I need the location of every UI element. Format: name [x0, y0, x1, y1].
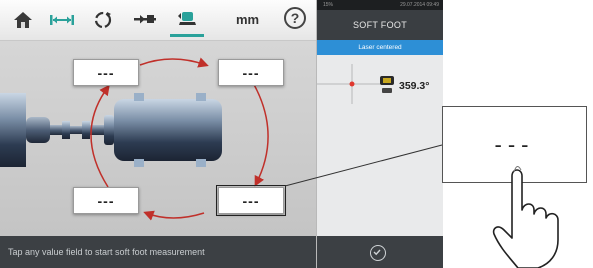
unit-button[interactable]: mm: [236, 12, 259, 27]
home-icon: [14, 12, 32, 28]
battery-level: 15%: [323, 2, 334, 8]
side-footer: [317, 236, 443, 268]
dimensions-icon: [50, 15, 74, 25]
soft-foot-field-bottom-right[interactable]: ---: [216, 185, 286, 216]
laser-target: [317, 64, 394, 104]
laser-dot: [349, 81, 355, 87]
confirm-button[interactable]: [370, 245, 386, 261]
alignment-icon: [134, 15, 156, 24]
machine-view: --- --- --- ---: [0, 41, 316, 236]
soft-foot-field-top-left[interactable]: ---: [73, 59, 139, 86]
dimensions-button[interactable]: [45, 3, 79, 37]
measure-button[interactable]: [86, 3, 120, 37]
side-panel: 15% 29.07.2014 09:49 SOFT FOOT Laser cen…: [316, 0, 443, 268]
status-bar: Tap any value field to start soft foot m…: [0, 236, 316, 268]
date-time: 29.07.2014 09:49: [400, 2, 439, 8]
sensor-icon: [380, 76, 394, 93]
soft-foot-field-top-right[interactable]: ---: [218, 59, 284, 86]
home-button[interactable]: [6, 3, 40, 37]
help-button[interactable]: ?: [284, 7, 306, 29]
device-status-bar: 15% 29.07.2014 09:49: [317, 0, 443, 10]
check-icon: [373, 249, 381, 255]
toolbar: mm ?: [0, 0, 316, 41]
soft-foot-field-bottom-left[interactable]: ---: [73, 187, 139, 214]
alignment-button[interactable]: [128, 3, 162, 37]
rotation-angle: 359.3°: [399, 80, 430, 92]
app-screen: mm ? --- --- --- --- Tap any value field…: [0, 0, 443, 268]
soft-foot-icon: [178, 11, 196, 25]
rotation-icon: [94, 11, 112, 29]
tap-hand-icon: [492, 166, 559, 268]
panel-title: SOFT FOOT: [317, 10, 443, 40]
laser-status-banner: Laser centered: [317, 40, 443, 55]
soft-foot-button[interactable]: [170, 3, 204, 37]
